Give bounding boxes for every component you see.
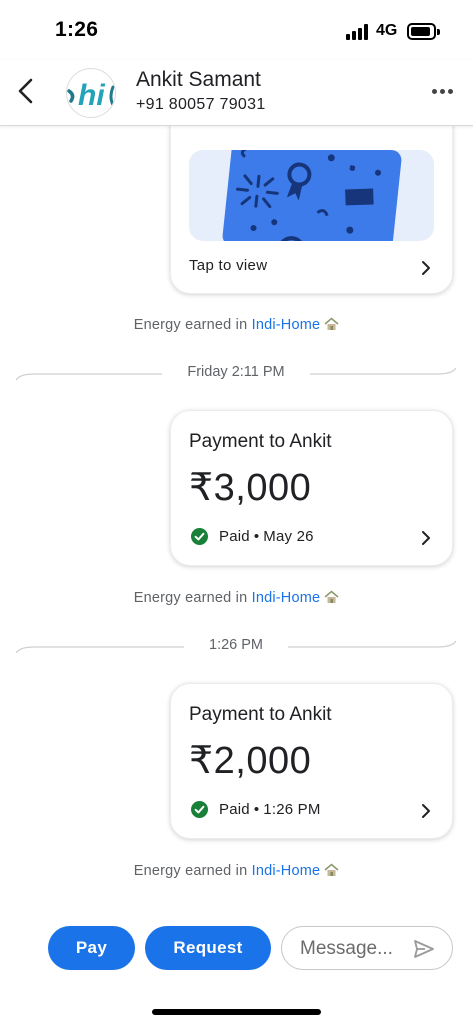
check-circle-icon (191, 528, 208, 545)
signal-icon (346, 24, 370, 40)
divider-label: 1:26 PM (209, 637, 263, 653)
chat-thread[interactable]: Tap to view Energy earned in Indi-Home F… (0, 126, 473, 916)
house-icon (324, 590, 339, 603)
house-icon (324, 317, 339, 330)
pay-button[interactable]: Pay (48, 926, 135, 970)
energy-prefix: Energy earned in (133, 317, 252, 333)
payment-amount: ₹3,000 (189, 467, 312, 509)
contact-name: Ankit Samant (136, 68, 261, 91)
status-bar: 1:26 4G (0, 0, 473, 60)
indi-home-link[interactable]: Indi-Home (252, 317, 321, 333)
payment-card[interactable]: Payment to Ankit ₹2,000 Paid • 1:26 PM (170, 683, 453, 839)
status-time: 1:26 (55, 18, 99, 41)
send-icon[interactable] (413, 938, 435, 960)
chevron-right-icon (422, 531, 430, 545)
message-input[interactable] (300, 936, 412, 962)
energy-earned-note: Energy earned in Indi-Home (0, 590, 473, 606)
house-icon (324, 863, 339, 876)
chat-header: hi Ankit Samant +91 80057 79031 (0, 60, 473, 126)
divider-label: Friday 2:11 PM (187, 364, 285, 380)
payment-title: Payment to Ankit (189, 704, 332, 725)
payment-date: 1:26 PM (263, 801, 321, 818)
chevron-right-icon (422, 261, 430, 275)
back-arrow-icon (18, 78, 33, 104)
chat-screen: 1:26 4G hi Ankit Samant +91 80057 79031 (0, 0, 473, 1024)
date-divider: 1:26 PM (16, 637, 456, 657)
reward-ticket-icon (221, 150, 403, 241)
energy-earned-note: Energy earned in Indi-Home (0, 317, 473, 333)
contact-phone: +91 80057 79031 (136, 96, 266, 113)
indi-home-link[interactable]: Indi-Home (252, 590, 321, 606)
reward-image (189, 150, 434, 241)
request-button[interactable]: Request (145, 926, 271, 970)
energy-earned-note: Energy earned in Indi-Home (0, 863, 473, 879)
payment-amount: ₹2,000 (189, 740, 312, 782)
message-field[interactable] (281, 926, 453, 970)
battery-icon (407, 23, 440, 40)
check-circle-icon (191, 801, 208, 818)
more-options-button[interactable] (430, 86, 456, 98)
network-type: 4G (376, 22, 398, 39)
energy-prefix: Energy earned in (133, 590, 252, 606)
indi-home-link[interactable]: Indi-Home (252, 863, 321, 879)
tap-to-view-label: Tap to view (189, 257, 268, 274)
energy-prefix: Energy earned in (133, 863, 252, 879)
chevron-right-icon (422, 804, 430, 818)
back-button[interactable] (12, 74, 42, 108)
status-text: Paid (219, 801, 250, 818)
payment-status: Paid • May 26 (219, 528, 314, 545)
payment-card[interactable]: Payment to Ankit ₹3,000 Paid • May 26 (170, 410, 453, 566)
status-text: Paid (219, 528, 250, 545)
hi-logo-icon: hi (67, 79, 115, 112)
home-indicator (152, 1009, 321, 1015)
compose-bar: Pay Request (0, 916, 473, 1024)
payment-date: May 26 (263, 528, 314, 545)
avatar[interactable]: hi (66, 68, 116, 118)
avatar-text: hi (78, 79, 105, 112)
payment-title: Payment to Ankit (189, 431, 332, 452)
reward-card[interactable]: Tap to view (170, 126, 453, 294)
payment-status: Paid • 1:26 PM (219, 801, 321, 818)
date-divider: Friday 2:11 PM (16, 364, 456, 384)
